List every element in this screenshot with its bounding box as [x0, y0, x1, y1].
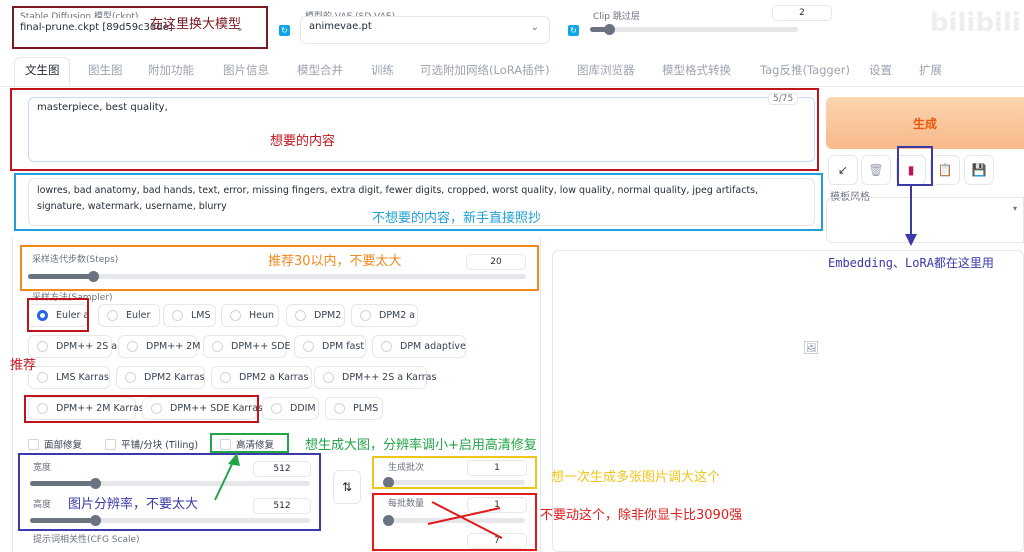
annotation-batch-count: 想一次生成多张图片调大这个 [551, 466, 720, 485]
annotation-embedding: Embedding、LoRA都在这里用 [828, 254, 994, 271]
annotation-arrows [0, 0, 1024, 552]
annotation-prompt: 想要的内容 [270, 130, 335, 149]
annotation-batch-size: 不要动这个，除非你显卡比3090强 [540, 504, 742, 523]
annotation-steps: 推荐30以内，不要太大 [268, 250, 402, 269]
annotation-hires: 想生成大图，分辨率调小+启用高清修复 [305, 434, 537, 453]
annotation-recommend: 推荐 [10, 354, 36, 373]
annotation-negative: 不想要的内容，新手直接照抄 [372, 207, 541, 226]
annotation-resolution: 图片分辨率，不要太大 [68, 493, 198, 512]
annotation-model: 在这里换大模型 [150, 13, 241, 32]
